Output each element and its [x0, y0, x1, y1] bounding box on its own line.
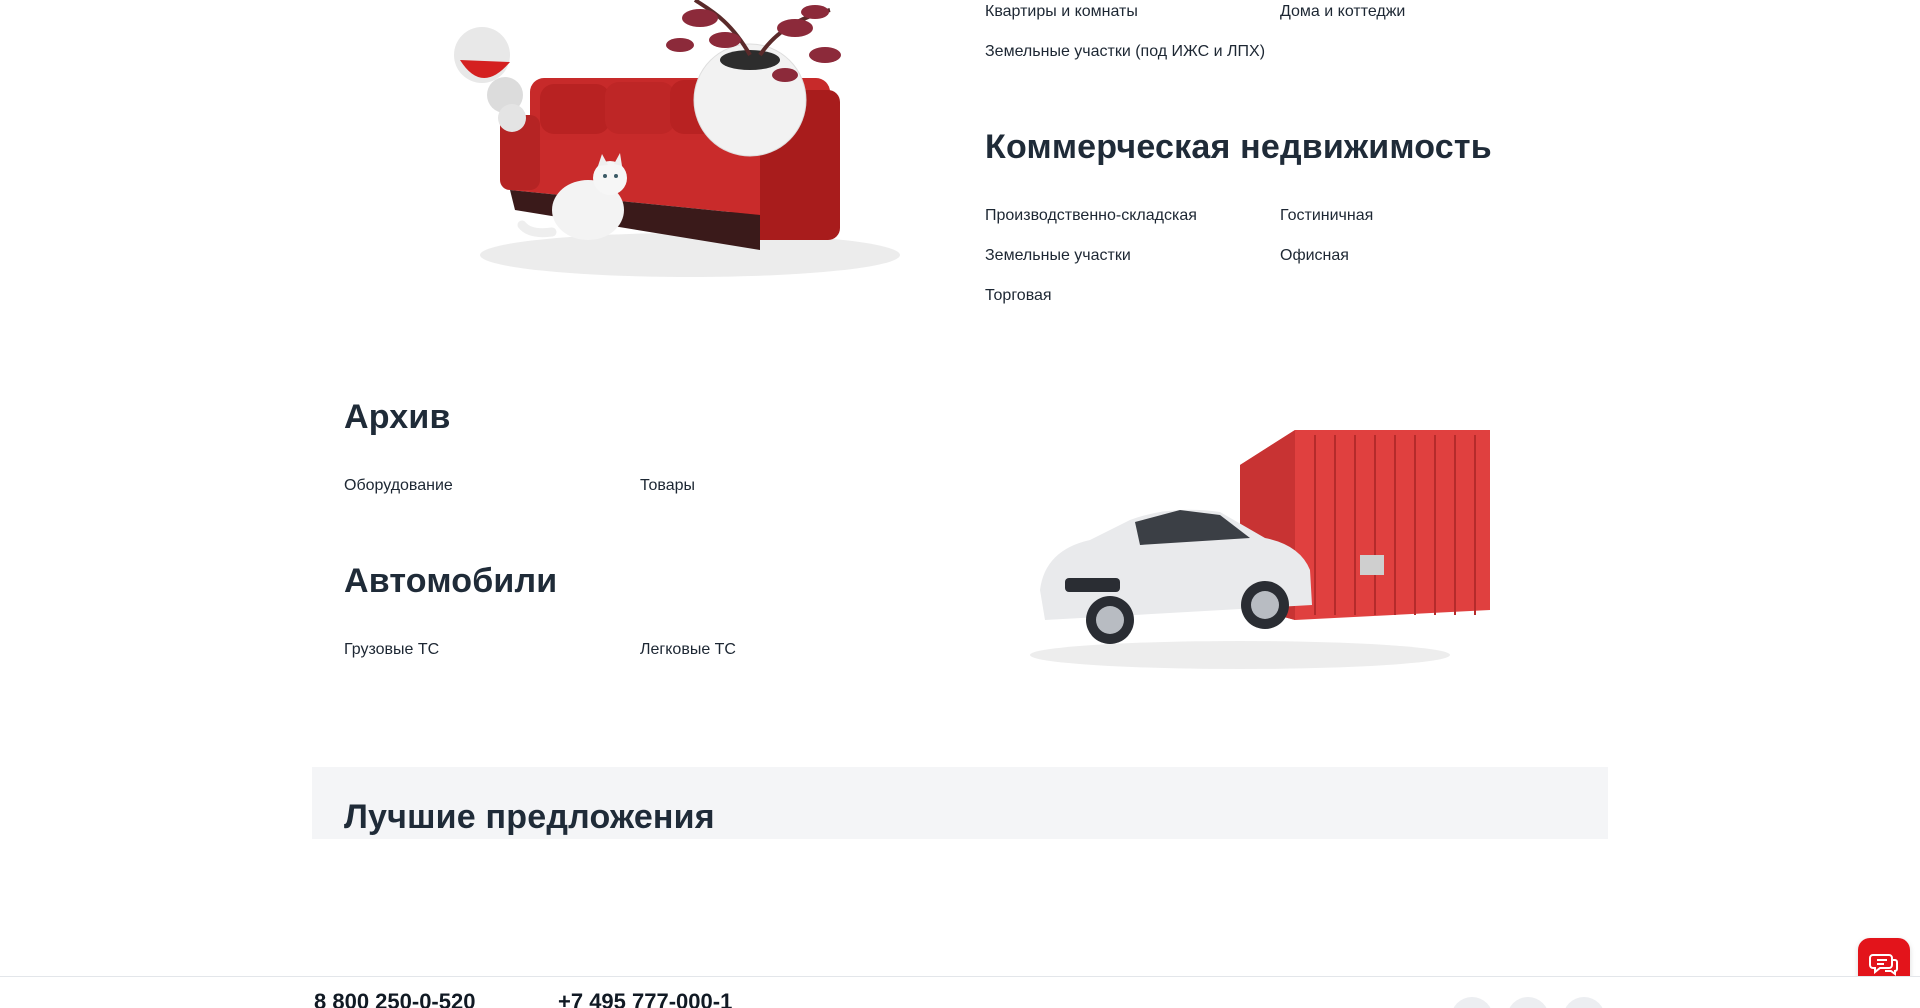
link-passenger-cars[interactable]: Легковые ТС	[640, 640, 736, 660]
chat-bubbles-icon	[1869, 954, 1898, 976]
car-container-illustration	[1030, 430, 1490, 669]
link-land-izhs[interactable]: Земельные участки (под ИЖС и ЛПХ)	[985, 42, 1265, 62]
sofa-illustration	[454, 0, 900, 277]
social-icon[interactable]	[1507, 997, 1549, 1008]
link-houses[interactable]: Дома и коттеджи	[1280, 2, 1405, 22]
social-icon[interactable]	[1563, 997, 1605, 1008]
phone-link-2[interactable]: +7 495 777-000-1	[558, 989, 732, 1008]
link-apartments[interactable]: Квартиры и комнаты	[985, 2, 1138, 22]
link-office[interactable]: Офисная	[1280, 246, 1349, 266]
link-retail[interactable]: Торговая	[985, 286, 1052, 306]
link-industrial[interactable]: Производственно-складская	[985, 206, 1197, 226]
best-offers-title: Лучшие предложения	[344, 798, 715, 836]
commercial-title: Коммерческая недвижимость	[985, 128, 1492, 166]
link-equipment[interactable]: Оборудование	[344, 476, 453, 496]
phone-link-1[interactable]: 8 800 250-0-520	[314, 989, 475, 1008]
social-icon[interactable]	[1451, 997, 1493, 1008]
link-hotel[interactable]: Гостиничная	[1280, 206, 1373, 226]
link-commercial-land[interactable]: Земельные участки	[985, 246, 1131, 266]
link-trucks[interactable]: Грузовые ТС	[344, 640, 439, 660]
footer: 8 800 250-0-520 +7 495 777-000-1	[0, 976, 1920, 1008]
page: Квартиры и комнаты Дома и коттеджи Земел…	[0, 0, 1920, 1008]
archive-title: Архив	[344, 398, 451, 436]
link-goods[interactable]: Товары	[640, 476, 695, 496]
cars-title: Автомобили	[344, 562, 558, 600]
